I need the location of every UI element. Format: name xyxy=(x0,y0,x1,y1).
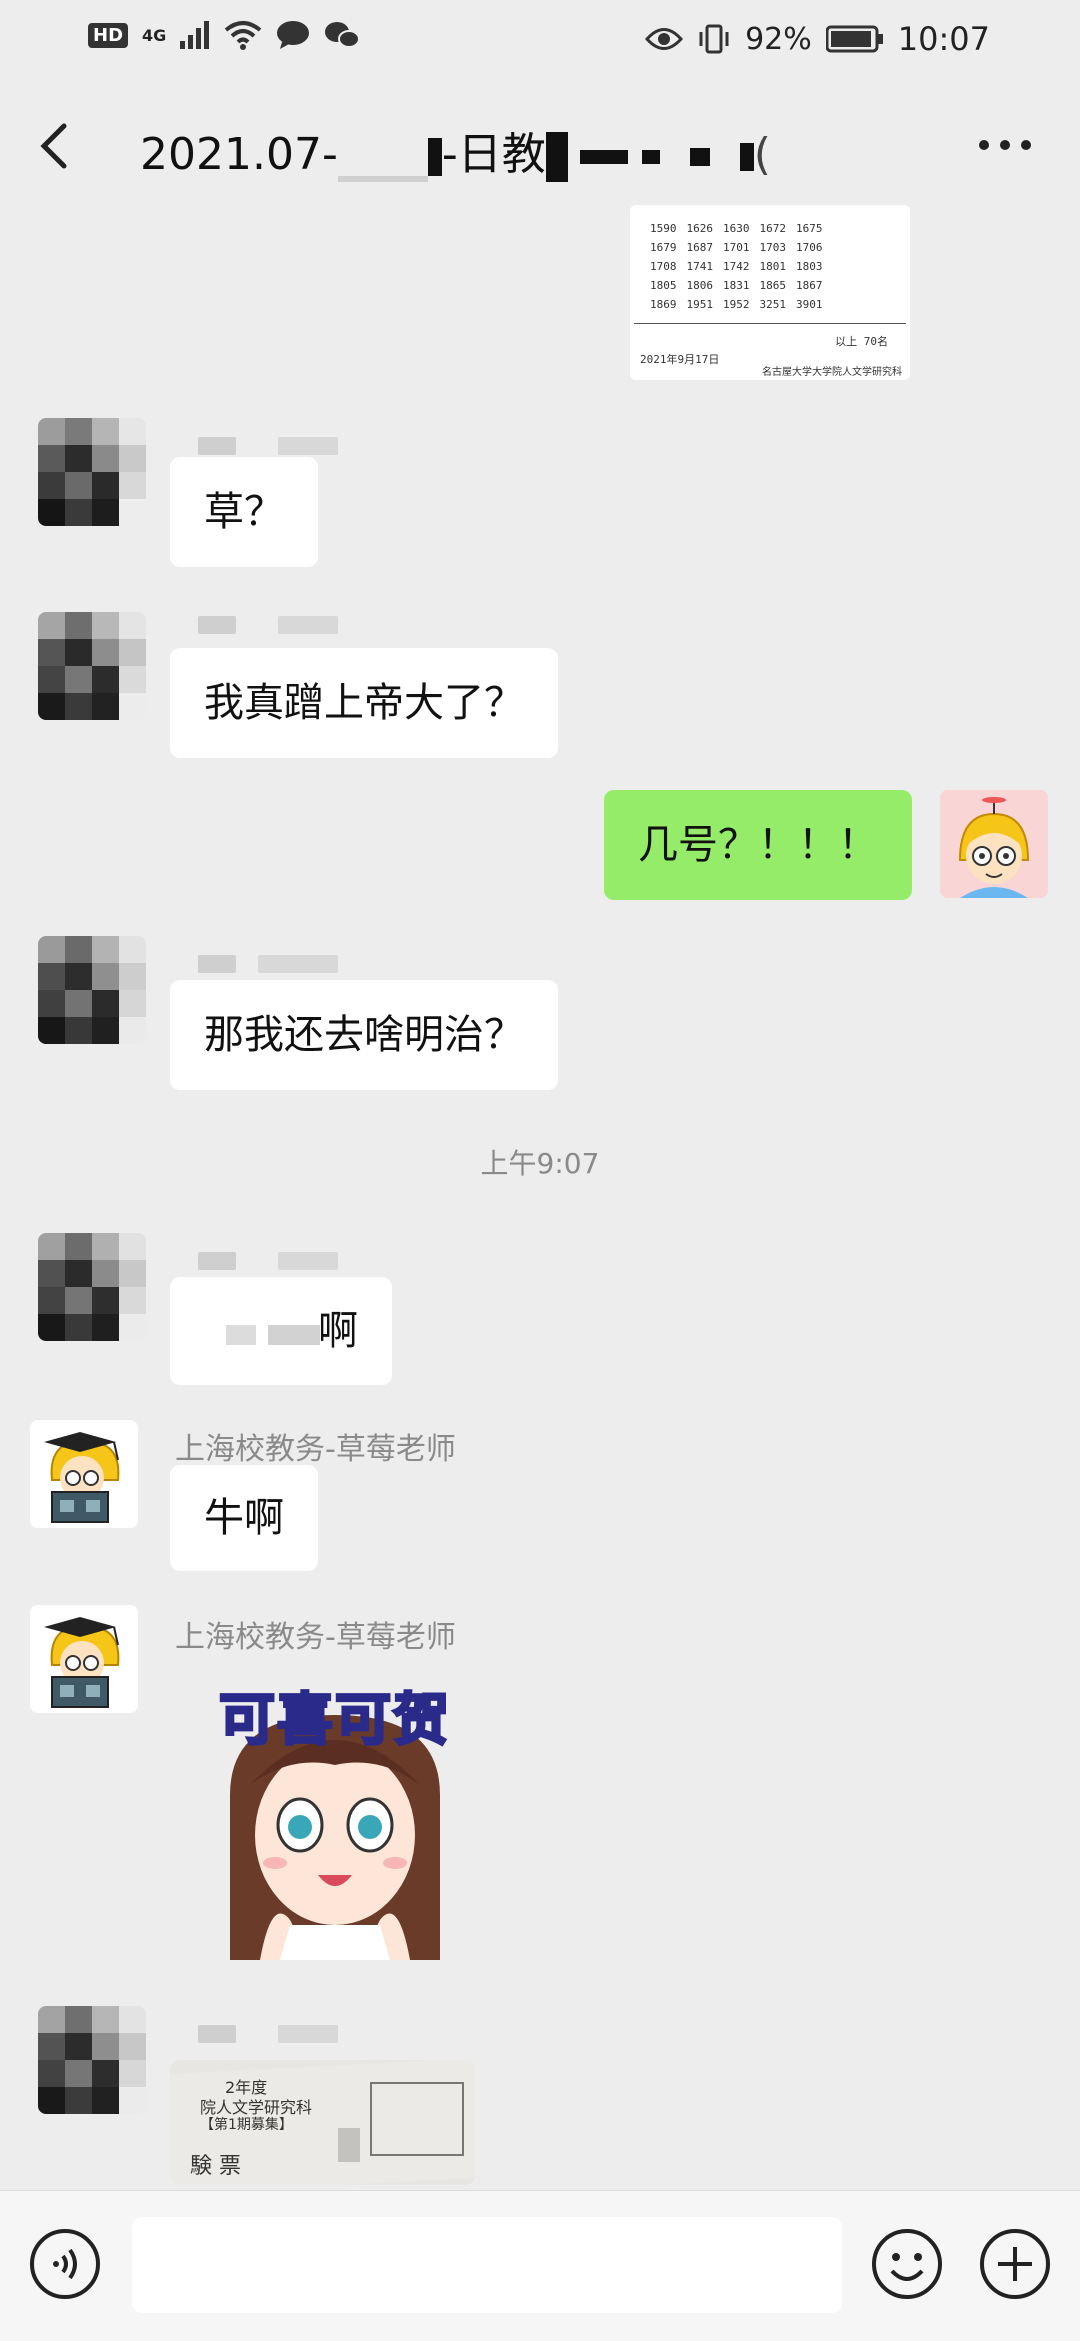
ticket-line: 験 票 xyxy=(190,2154,241,2179)
title-redaction xyxy=(689,148,710,166)
sender-name-redacted xyxy=(278,437,338,455)
input-bar xyxy=(0,2190,1080,2341)
ticket-box xyxy=(370,2082,464,2156)
photo-message-exam-ticket[interactable]: 2年度 院人文学研究科 【第1期募集】 験 票 xyxy=(170,2060,475,2185)
avatar-mosaic xyxy=(38,418,146,526)
table-row: 1679 1687 1701 1703 1706 xyxy=(650,241,823,254)
divider xyxy=(634,323,906,324)
message-bubble[interactable]: 啊 xyxy=(170,1277,392,1385)
avatar-mosaic xyxy=(38,936,146,1044)
redacted-text xyxy=(226,1325,256,1345)
sticker-text: 可喜可贺 xyxy=(218,1687,451,1755)
chat-header: 2021.07- -日教 ( xyxy=(0,100,1080,190)
vibrate-icon xyxy=(699,24,729,54)
title-redaction xyxy=(545,132,568,182)
plus-icon xyxy=(980,2229,1050,2299)
wechat-notification-icon xyxy=(325,22,361,48)
voice-icon xyxy=(30,2229,100,2299)
timestamp: 上午9:07 xyxy=(480,1147,600,1180)
my-message-bubble[interactable]: 几号？！！！ xyxy=(604,790,912,900)
avatar-mosaic xyxy=(38,612,146,720)
redacted-mark xyxy=(338,2128,360,2162)
voice-button[interactable] xyxy=(28,2227,102,2301)
wifi-icon xyxy=(225,21,262,50)
message-text: 草？ xyxy=(204,489,284,535)
status-left: HD 4G xyxy=(88,20,361,50)
sender-name-redacted xyxy=(198,616,236,634)
table-row: 1805 1806 1831 1865 1867 xyxy=(650,279,823,292)
redacted-text xyxy=(268,1325,320,1345)
message-bubble[interactable]: 牛啊 xyxy=(170,1465,318,1571)
chat-title: 2021.07- -日教 ( xyxy=(140,118,771,182)
results-date: 2021年9月17日 xyxy=(640,353,720,366)
title-redaction xyxy=(641,150,660,164)
my-avatar[interactable] xyxy=(940,790,1048,898)
avatar[interactable] xyxy=(38,612,146,720)
title-redaction xyxy=(739,143,754,171)
message-text: 牛啊 xyxy=(204,1495,284,1541)
message-bubble[interactable]: 我真蹭上帝大了？ xyxy=(170,648,558,758)
message-input[interactable] xyxy=(132,2217,842,2313)
avatar-mosaic xyxy=(38,2006,146,2114)
cartoon-graduate-avatar-icon xyxy=(30,1420,138,1528)
sender-name: 上海校教务-草莓老师 xyxy=(175,1432,456,1467)
ticket-line: 【第1期募集】 xyxy=(200,2117,293,2133)
avatar[interactable] xyxy=(38,936,146,1044)
network-type: 4G xyxy=(142,25,167,45)
title-redaction xyxy=(579,150,628,164)
signal-icon xyxy=(180,21,210,49)
table-row: 1590 1626 1630 1672 1675 xyxy=(650,222,823,235)
results-institution: 名古屋大学大学院人文学研究科 xyxy=(762,367,902,378)
sender-name-redacted xyxy=(258,955,338,973)
sender-name-redacted xyxy=(198,2025,236,2043)
back-button[interactable] xyxy=(30,118,80,174)
status-time: 10:07 xyxy=(897,20,990,58)
message-notification-icon xyxy=(277,21,310,49)
cartoon-graduate-avatar-icon xyxy=(30,1605,138,1713)
avatar-mosaic xyxy=(38,1233,146,1341)
avatar[interactable] xyxy=(38,2006,146,2114)
results-table: 1590 1626 1630 1672 1675 1679 1687 1701 1703 170… xyxy=(650,219,833,314)
chevron-left-icon xyxy=(40,123,67,169)
cartoon-boy-avatar-icon xyxy=(940,790,1048,898)
image-message-results-list[interactable]: 1590 1626 1630 1672 1675 1679 1687 1701 1703 170… xyxy=(630,205,910,380)
sticker-message[interactable]: 可喜可贺 xyxy=(190,1675,480,1960)
hd-badge: HD xyxy=(88,22,129,48)
table-row: 1869 1951 1952 3251 3901 xyxy=(650,298,823,311)
sender-name-redacted xyxy=(278,2025,338,2043)
message-text: 那我还去啥明治？ xyxy=(204,1012,524,1058)
message-bubble[interactable]: 那我还去啥明治？ xyxy=(170,980,558,1090)
avatar[interactable] xyxy=(38,418,146,526)
chat-title-middle: -日教 xyxy=(441,129,546,180)
emoji-button[interactable] xyxy=(870,2227,944,2301)
sender-name-redacted xyxy=(198,1252,236,1270)
more-dots-icon xyxy=(979,140,1031,150)
sender-name-redacted xyxy=(198,437,236,455)
teacher-avatar[interactable] xyxy=(30,1420,138,1528)
message-text: 啊 xyxy=(318,1308,358,1354)
sender-name: 上海校教务-草莓老师 xyxy=(175,1620,456,1655)
status-bar: HD 4G 92% 10:07 xyxy=(0,0,1080,80)
results-total: 以上 70名 xyxy=(835,335,888,348)
plus-button[interactable] xyxy=(978,2227,1052,2301)
eye-comfort-icon xyxy=(645,28,684,50)
battery-icon xyxy=(825,25,883,53)
title-redaction xyxy=(427,138,442,176)
emoji-icon xyxy=(872,2229,942,2299)
sender-name-redacted xyxy=(278,616,338,634)
message-bubble[interactable]: 草？ xyxy=(170,457,318,567)
chat-title-prefix: 2021.07- xyxy=(140,129,338,180)
more-button[interactable] xyxy=(970,120,1040,170)
message-text: 几号？！！！ xyxy=(638,822,878,868)
sender-name-redacted xyxy=(278,1252,338,1270)
chat-title-suffix: ( xyxy=(753,129,771,180)
title-redaction xyxy=(337,176,428,182)
table-row: 1708 1741 1742 1801 1803 xyxy=(650,260,823,273)
sender-name-redacted xyxy=(198,955,236,973)
status-right: 92% 10:07 xyxy=(645,20,990,58)
battery-percent: 92% xyxy=(745,21,812,57)
avatar[interactable] xyxy=(38,1233,146,1341)
message-text: 我真蹭上帝大了？ xyxy=(204,680,524,726)
teacher-avatar[interactable] xyxy=(30,1605,138,1713)
